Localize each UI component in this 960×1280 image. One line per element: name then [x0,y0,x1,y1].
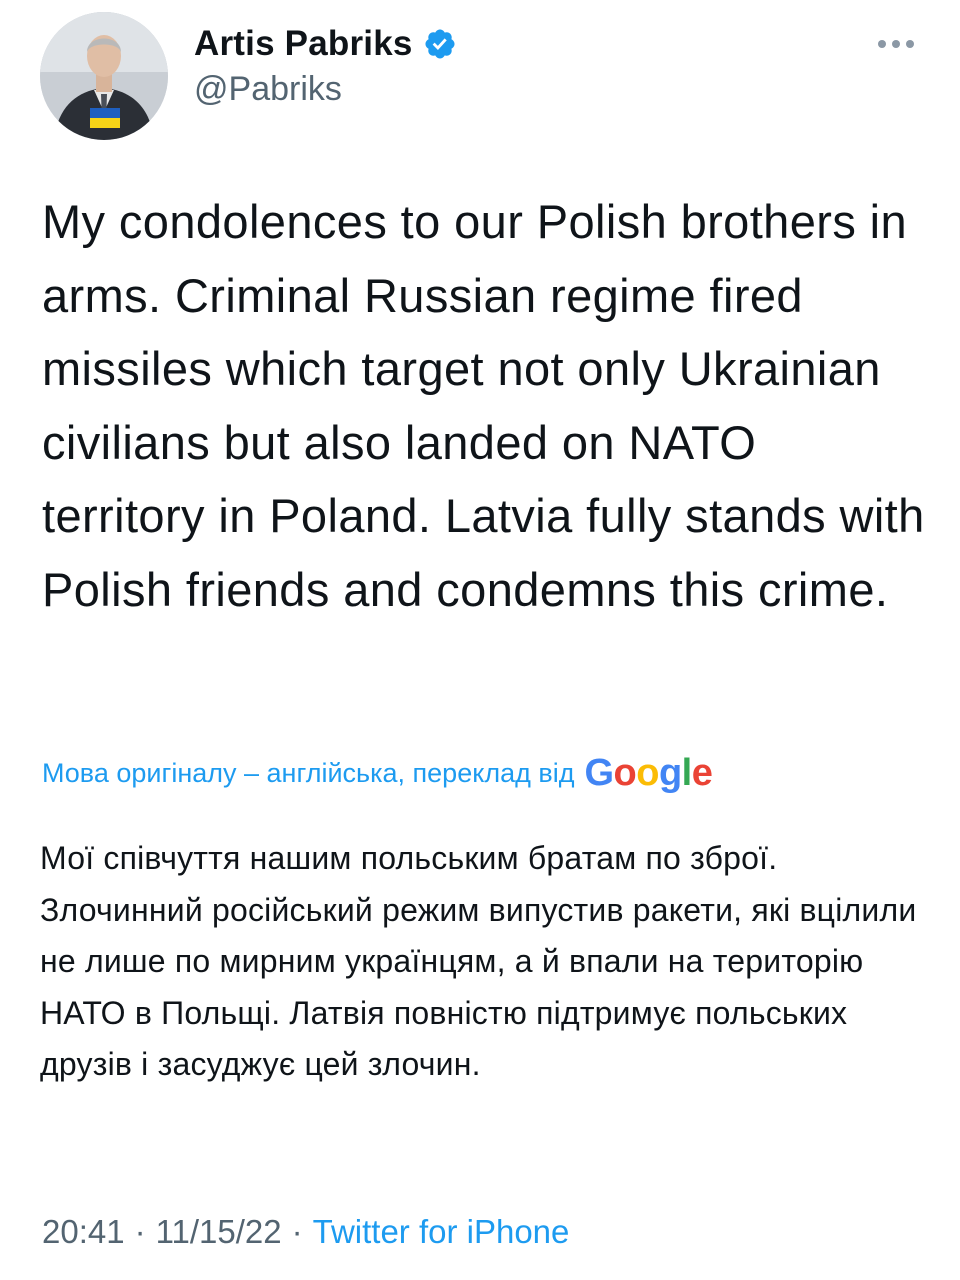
verified-badge-icon [425,29,455,59]
tweet-meta: 20:41 · 11/15/22 · Twitter for iPhone [42,1210,569,1254]
tweet-time[interactable]: 20:41 [42,1213,125,1251]
tweet-source[interactable]: Twitter for iPhone [313,1213,570,1251]
avatar[interactable] [40,12,168,140]
tweet-text: My condolences to our Polish brothers in… [42,195,925,616]
avatar-photo [40,12,168,140]
author-handle[interactable]: @Pabriks [194,70,342,109]
tweet: Artis Pabriks @Pabriks My condolences to… [0,0,960,1280]
more-horizontal-icon[interactable] [876,38,916,50]
meta-separator: · [291,1213,303,1250]
author-name-row: Artis Pabriks [194,22,457,66]
meta-separator: · [134,1213,146,1250]
tweet-date[interactable]: 11/15/22 [156,1213,282,1251]
translated-text: Мої співчуття нашим польським братам по … [40,840,917,1082]
translation-attribution[interactable]: Мова оригіналу – англійська, переклад ві… [42,750,713,796]
translation-label[interactable]: Мова оригіналу – англійська, переклад ві… [42,758,574,789]
author-display-name[interactable]: Artis Pabriks [194,24,413,64]
google-logo: Google [584,752,713,794]
